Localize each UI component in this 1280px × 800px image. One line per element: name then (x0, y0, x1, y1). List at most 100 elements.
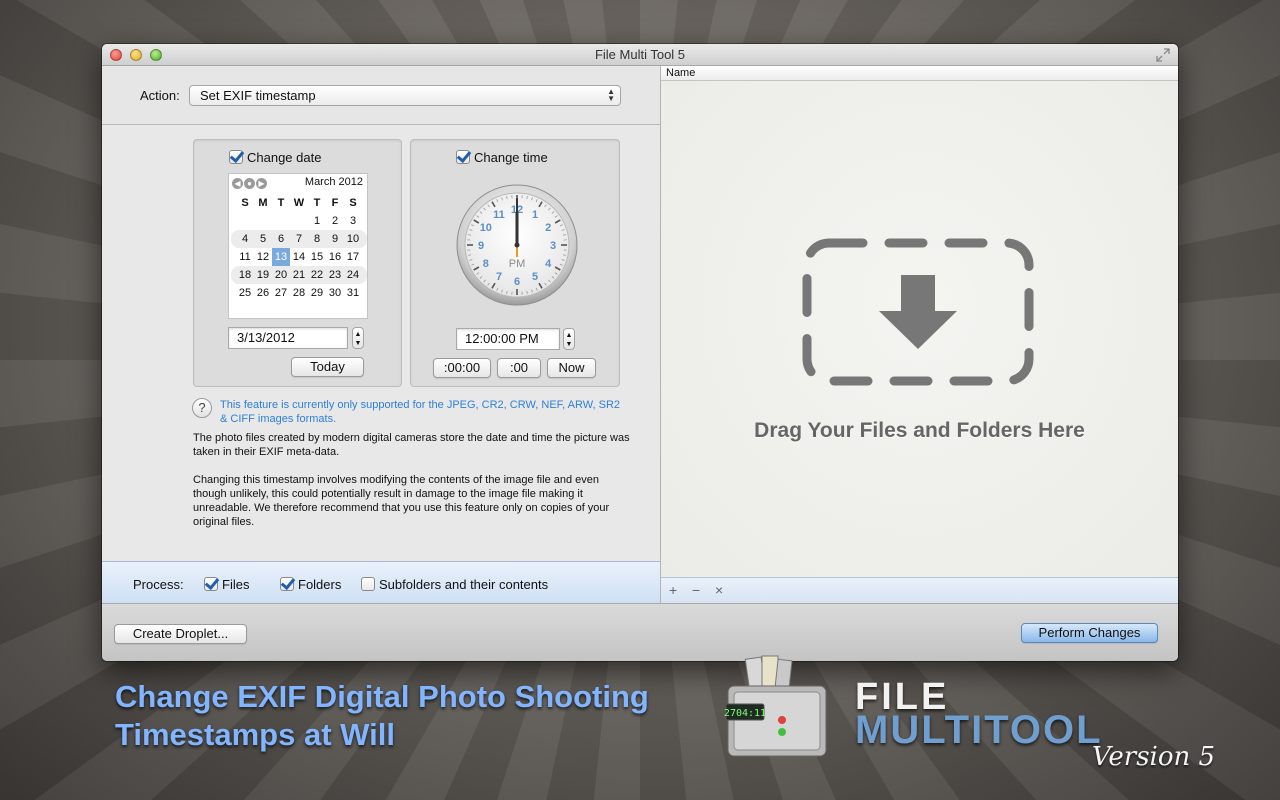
calendar-day[interactable]: 15 (308, 248, 326, 266)
logo-word-multitool: MULTITOOL (855, 708, 1103, 752)
calendar-day[interactable]: 19 (254, 266, 272, 284)
clock-hour-number: 7 (496, 271, 502, 283)
calendar-day[interactable]: 12 (254, 248, 272, 266)
calendar-week-row: 25 26 27 28 29 30 31 (231, 284, 367, 302)
process-folders-label: Folders (298, 577, 342, 592)
calendar-day[interactable]: 29 (308, 284, 326, 302)
calendar-day[interactable]: 14 (290, 248, 308, 266)
zero-seconds-button[interactable]: :00 (497, 358, 541, 378)
process-bar: Process: Files Folders Subfolders and th… (102, 561, 660, 603)
change-date-label: Change date (247, 150, 322, 165)
calendar-grid: S M T W T F S 1 2 3 4 5 6 7 8 9 10 11 12 13 14 15 16 17 18 19 20 21… (231, 194, 367, 302)
process-files-option[interactable]: Files (204, 577, 249, 592)
date-panel: Change date ◀ ● ▶ March 2012 SMTWTFS1234… (193, 139, 402, 387)
zoom-window-button[interactable] (150, 49, 162, 61)
add-file-button[interactable]: + (669, 582, 677, 598)
calendar-day[interactable]: 13 (272, 248, 290, 266)
file-drop-area[interactable]: Drag Your Files and Folders Here (661, 81, 1178, 577)
select-arrows-icon: ▲ ▼ (607, 87, 615, 103)
time-stepper[interactable]: ▲ ▼ (563, 328, 575, 350)
process-folders-checkbox[interactable] (280, 577, 294, 591)
clear-files-button[interactable]: × (715, 582, 723, 598)
weekday-label: T (277, 197, 285, 209)
name-column-header[interactable]: Name (661, 66, 1178, 81)
today-dot-icon[interactable]: ● (244, 178, 255, 189)
device-display-text: 2704:11 (724, 708, 766, 719)
clock-hour-number: 10 (480, 222, 492, 234)
calendar-empty-cell (290, 212, 308, 230)
clock-hour-number: 6 (514, 276, 520, 288)
zero-minutes-seconds-button[interactable]: :00:00 (433, 358, 491, 378)
app-window: File Multi Tool 5 Action: Set EXIF times… (102, 44, 1178, 661)
calendar-week-row: 11 12 13 14 15 16 17 (231, 248, 367, 266)
clock-hour-number: 1 (532, 209, 538, 221)
calendar-day[interactable]: 27 (272, 284, 290, 302)
date-stepper[interactable]: ▲ ▼ (352, 327, 364, 349)
calendar-nav: ◀ ● ▶ (232, 178, 267, 189)
clock-period-label: PM (509, 258, 526, 270)
title-bar[interactable]: File Multi Tool 5 (102, 44, 1178, 66)
change-time-checkbox[interactable] (456, 150, 470, 164)
clock-hour-number: 9 (478, 240, 484, 252)
next-month-icon[interactable]: ▶ (256, 178, 267, 189)
change-date-checkbox[interactable] (229, 150, 243, 164)
calendar[interactable]: ◀ ● ▶ March 2012 S M T W T F S 1 2 3 4 5 6 7 8 9 10 11 12 1… (228, 173, 368, 319)
calendar-day[interactable]: 7 (290, 230, 308, 248)
action-select-value: Set EXIF timestamp (200, 88, 316, 103)
calendar-day[interactable]: 10 (344, 230, 362, 248)
change-time-checkbox-row[interactable]: Change time (456, 150, 548, 165)
calendar-empty-cell (236, 212, 254, 230)
create-droplet-button[interactable]: Create Droplet... (114, 624, 247, 644)
calendar-day[interactable]: 21 (290, 266, 308, 284)
calendar-week-row: 18 19 20 21 22 23 24 (231, 266, 367, 284)
calendar-day[interactable]: 2 (326, 212, 344, 230)
calendar-weekday-row: SMTWTFS (231, 194, 367, 212)
process-subfolders-checkbox[interactable] (361, 577, 375, 591)
calendar-day[interactable]: 18 (236, 266, 254, 284)
product-logo: 2704:11 FILE MULTITOOL Version 5 (720, 650, 1240, 790)
action-bar: Action: Set EXIF timestamp ▲ ▼ (102, 66, 660, 125)
calendar-day[interactable]: 20 (272, 266, 290, 284)
weekday-label: S (241, 197, 249, 209)
calendar-day[interactable]: 8 (308, 230, 326, 248)
process-files-checkbox[interactable] (204, 577, 218, 591)
now-button[interactable]: Now (547, 358, 596, 378)
promo-line-1: Change EXIF Digital Photo Shooting (115, 679, 649, 714)
calendar-day[interactable]: 6 (272, 230, 290, 248)
help-button[interactable]: ? (192, 398, 212, 418)
calendar-month-title: March 2012 (304, 176, 363, 188)
process-subfolders-option[interactable]: Subfolders and their contents (361, 577, 548, 592)
calendar-day[interactable]: 25 (236, 284, 254, 302)
calendar-day[interactable]: 1 (308, 212, 326, 230)
calendar-day[interactable]: 24 (344, 266, 362, 284)
fullscreen-icon[interactable] (1156, 48, 1170, 62)
analog-clock[interactable]: 121234567891011 PM (455, 183, 579, 307)
calendar-day[interactable]: 22 (308, 266, 326, 284)
previous-month-icon[interactable]: ◀ (232, 178, 243, 189)
action-select[interactable]: Set EXIF timestamp ▲ ▼ (189, 85, 621, 106)
calendar-day[interactable]: 31 (344, 284, 362, 302)
perform-changes-button[interactable]: Perform Changes (1021, 623, 1158, 643)
close-window-button[interactable] (110, 49, 122, 61)
process-folders-option[interactable]: Folders (280, 577, 341, 592)
window-controls (110, 49, 162, 61)
calendar-day[interactable]: 9 (326, 230, 344, 248)
today-button[interactable]: Today (291, 357, 364, 377)
calendar-day[interactable]: 11 (236, 248, 254, 266)
date-field[interactable]: 3/13/2012 (228, 327, 348, 349)
minimize-window-button[interactable] (130, 49, 142, 61)
calendar-day[interactable]: 5 (254, 230, 272, 248)
calendar-day[interactable]: 28 (290, 284, 308, 302)
calendar-day[interactable]: 4 (236, 230, 254, 248)
process-label: Process: (133, 577, 184, 592)
calendar-day[interactable]: 3 (344, 212, 362, 230)
remove-file-button[interactable]: − (692, 582, 700, 598)
calendar-day[interactable]: 23 (326, 266, 344, 284)
calendar-day[interactable]: 17 (344, 248, 362, 266)
calendar-day[interactable]: 30 (326, 284, 344, 302)
calendar-day[interactable]: 16 (326, 248, 344, 266)
calendar-week-row: 4 5 6 7 8 9 10 (231, 230, 367, 248)
time-field[interactable]: 12:00:00 PM (456, 328, 560, 350)
change-date-checkbox-row[interactable]: Change date (229, 150, 321, 165)
calendar-day[interactable]: 26 (254, 284, 272, 302)
